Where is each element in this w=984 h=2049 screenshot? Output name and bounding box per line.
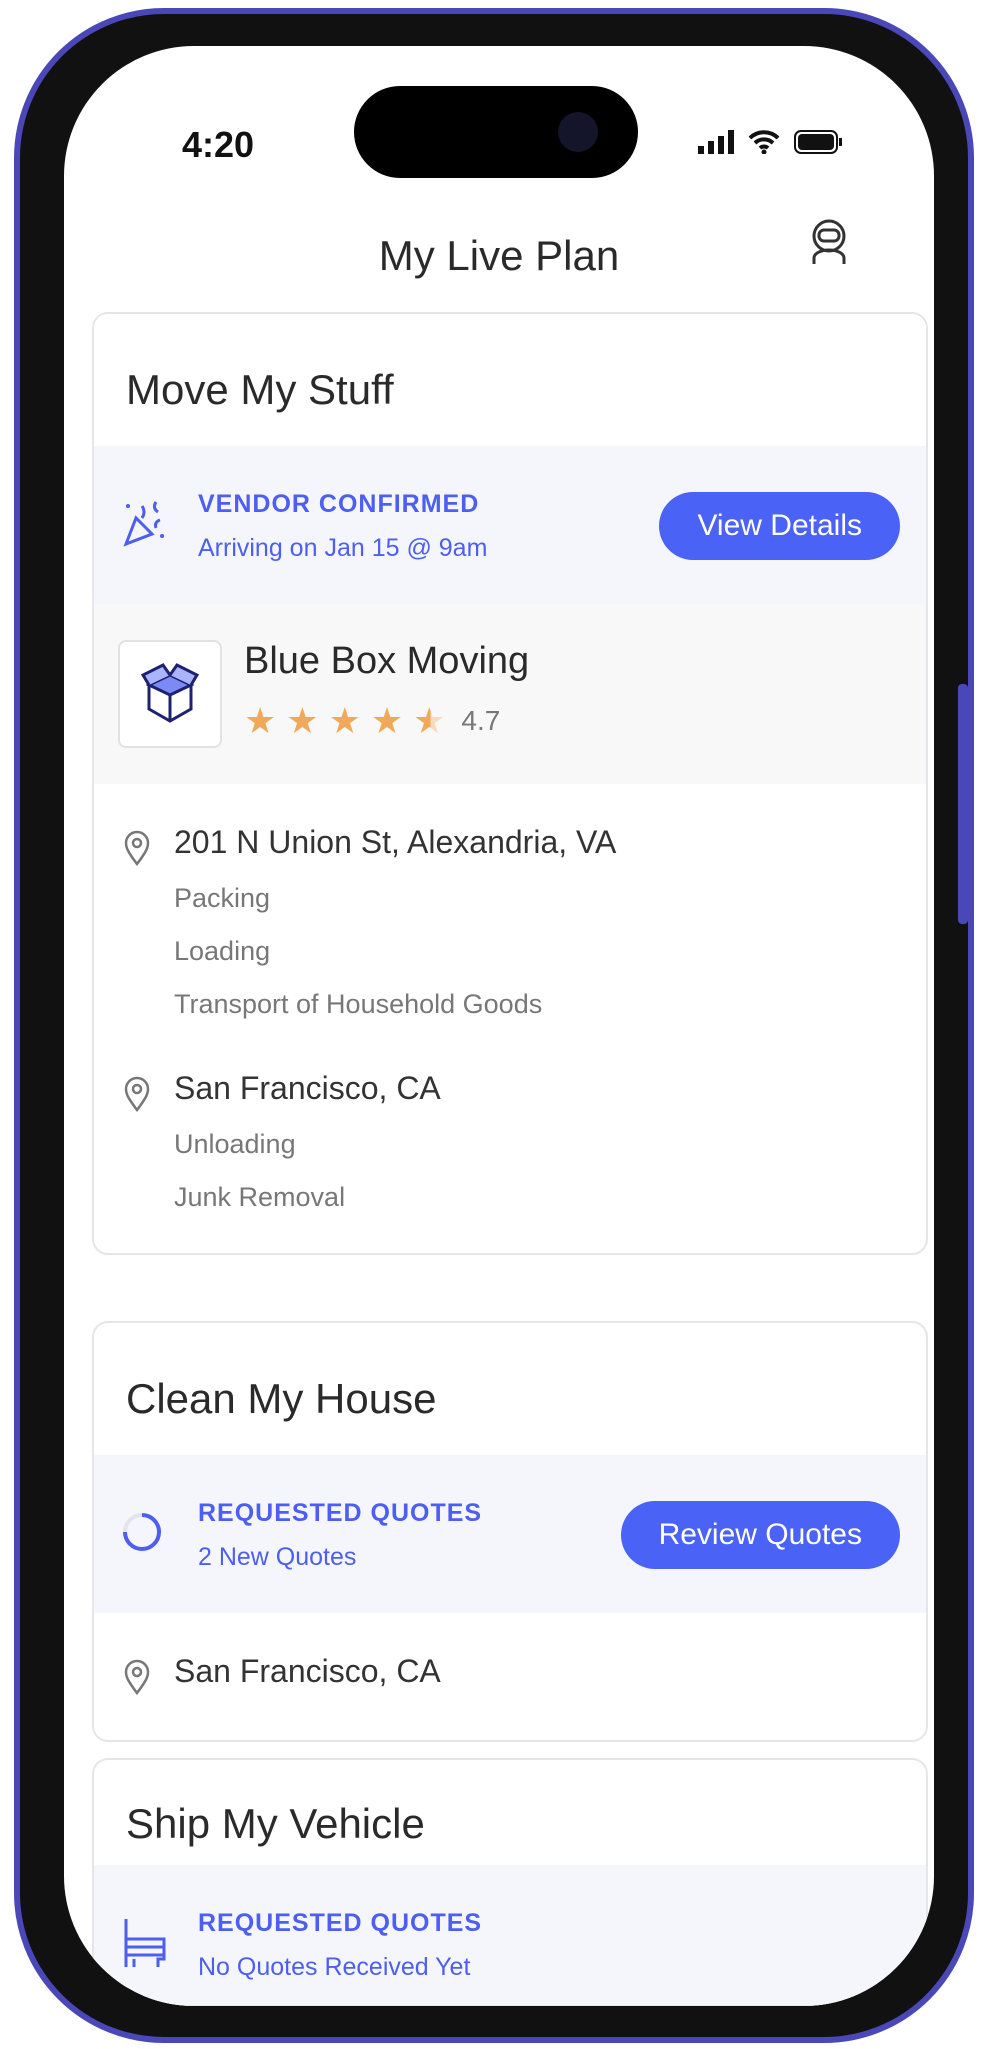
service-item: Unloading bbox=[174, 1129, 296, 1159]
service-item: Loading bbox=[174, 936, 271, 966]
location-pin-icon bbox=[124, 1076, 150, 1112]
service-item: Junk Removal bbox=[174, 1182, 346, 1212]
location-block: San Francisco, CA bbox=[94, 1653, 926, 1695]
status-sub: No Quotes Received Yet bbox=[198, 1953, 471, 1981]
service-item: Packing bbox=[174, 883, 271, 913]
card-title: Clean My House bbox=[126, 1375, 437, 1422]
status-sub: 2 New Quotes bbox=[198, 1543, 357, 1571]
card-title: Move My Stuff bbox=[126, 366, 394, 413]
screen: 4:20 My Live Plan Move My Stuff VENDOR C… bbox=[64, 46, 934, 2006]
location-block: San Francisco, CA Unloading Junk Removal bbox=[94, 1070, 926, 1213]
card-move-my-stuff: Move My Stuff VENDOR CONFIRMED Arriving … bbox=[92, 312, 928, 1255]
address: San Francisco, CA bbox=[174, 1070, 441, 1106]
address: 201 N Union St, Alexandria, VA bbox=[174, 824, 617, 860]
star-icon: ★ bbox=[370, 700, 404, 741]
half-star-icon: ★ bbox=[413, 700, 446, 741]
status-label: REQUESTED QUOTES bbox=[198, 1499, 483, 1527]
status-label: REQUESTED QUOTES bbox=[198, 1909, 483, 1937]
dynamic-island bbox=[354, 86, 638, 178]
astronaut-icon[interactable] bbox=[804, 216, 854, 266]
location-pin-icon bbox=[124, 830, 150, 866]
status-band: REQUESTED QUOTES No Quotes Received Yet bbox=[94, 1865, 926, 2005]
star-icon: ★ bbox=[244, 700, 277, 741]
progress-spinner-icon bbox=[123, 1513, 161, 1551]
star-icon: ★ bbox=[328, 700, 361, 741]
camera-icon bbox=[558, 112, 598, 152]
status-band: REQUESTED QUOTES 2 New Quotes Review Quo… bbox=[94, 1455, 926, 1613]
star-rating: ★ ★ ★ ★ ★ 4.7 bbox=[244, 700, 500, 742]
status-time: 4:20 bbox=[182, 124, 255, 165]
status-band: VENDOR CONFIRMED Arriving on Jan 15 @ 9a… bbox=[94, 446, 926, 604]
card-clean-my-house: Clean My House REQUESTED QUOTES 2 New Qu… bbox=[92, 1321, 928, 1742]
address: San Francisco, CA bbox=[174, 1653, 441, 1689]
card-title: Ship My Vehicle bbox=[126, 1800, 425, 1847]
wifi-icon bbox=[748, 130, 780, 154]
party-popper-icon bbox=[123, 501, 164, 547]
vendor-logo bbox=[118, 640, 222, 748]
service-item: Transport of Household Goods bbox=[174, 989, 543, 1019]
signal-icon bbox=[698, 130, 734, 154]
pinata-icon bbox=[124, 1919, 166, 1967]
star-icon: ★ bbox=[286, 700, 319, 741]
side-button bbox=[958, 684, 968, 924]
vendor-row[interactable]: Blue Box Moving ★ ★ ★ ★ ★ 4.7 bbox=[94, 604, 926, 784]
location-pin-icon bbox=[124, 1659, 150, 1695]
status-sub: Arriving on Jan 15 @ 9am bbox=[198, 534, 488, 562]
status-label: VENDOR CONFIRMED bbox=[198, 490, 480, 518]
view-details-button[interactable]: View Details bbox=[659, 492, 900, 560]
box-logo-icon bbox=[141, 663, 199, 723]
status-icons bbox=[698, 130, 844, 154]
vendor-name: Blue Box Moving bbox=[244, 640, 530, 682]
rating-value: 4.7 bbox=[461, 705, 501, 736]
battery-icon bbox=[794, 130, 842, 154]
card-ship-my-vehicle: Ship My Vehicle REQUESTED QUOTES No Quot… bbox=[92, 1758, 928, 2006]
location-block: 201 N Union St, Alexandria, VA Packing L… bbox=[94, 824, 926, 1020]
review-quotes-button[interactable]: Review Quotes bbox=[620, 1501, 900, 1569]
